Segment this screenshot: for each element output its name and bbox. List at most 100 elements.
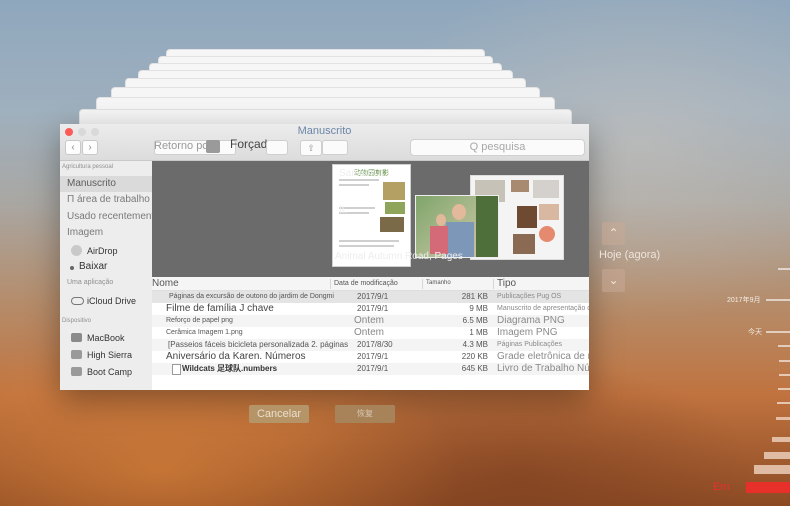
file-date: Ontem	[354, 327, 385, 338]
file-kind: Manuscrito de apresentação de choque pri…	[497, 305, 589, 312]
file-name: [Passeios fáceis bicicleta personalizada…	[168, 340, 349, 349]
file-size: 9 MB	[469, 304, 488, 313]
sidebar-item-label: Manuscrito	[67, 178, 116, 189]
sidebar-heading-apps: Uma aplicação	[67, 279, 114, 286]
file-date: 2017/8/30	[357, 340, 393, 349]
file-name: Filme de família J chave	[166, 303, 274, 314]
timeline-tick[interactable]	[778, 345, 790, 347]
document-image	[385, 202, 405, 214]
timeline-tick[interactable]	[764, 452, 790, 459]
sidebar-item-label: iCloud Drive	[87, 296, 137, 306]
numbers-file-icon	[172, 364, 181, 375]
photo-foliage	[476, 196, 498, 257]
timeline-now-marker[interactable]	[746, 482, 790, 493]
photo-thumbnail[interactable]	[415, 195, 499, 258]
table-row[interactable]: Reforço de papel png Ontem 6.5 MB Diagra…	[152, 315, 589, 327]
sidebar-item-label: Boot Camp	[87, 367, 133, 377]
back-button[interactable]: ‹	[65, 140, 81, 155]
chevron-left-icon: ‹	[71, 142, 75, 153]
table-row[interactable]: Cerâmica Imagem 1.png Ontem 1 MB Imagem …	[152, 327, 589, 339]
sidebar-heading-personal: Agricultura pessoal	[62, 164, 114, 170]
sidebar-item-recents[interactable]: Usado recentemente	[60, 209, 160, 225]
file-date: Ontem	[354, 315, 385, 326]
search-input[interactable]: Q pesquisa	[410, 139, 585, 156]
forward-button[interactable]: ›	[82, 140, 98, 155]
timeline-tick[interactable]	[772, 437, 790, 442]
column-header-kind[interactable]: Tipo	[497, 277, 516, 290]
chevron-right-icon: ›	[88, 142, 92, 153]
photo-clothing	[430, 226, 448, 254]
collage-image	[511, 180, 529, 192]
file-kind: Livro de Trabalho Números	[497, 363, 589, 374]
file-size: 281 KB	[461, 292, 488, 301]
table-row[interactable]: Páginas da excursão de outono do jardim …	[152, 291, 589, 303]
toolbar-back-label: Retorno po	[154, 140, 209, 152]
timeline-tick[interactable]	[779, 374, 790, 376]
timeline-tick[interactable]	[766, 299, 790, 301]
file-date: 2017/9/1	[357, 292, 389, 301]
collage-image	[533, 180, 559, 198]
toolbar-view-button[interactable]	[266, 140, 288, 155]
file-name: Wildcats 足球队.numbers	[182, 364, 278, 373]
folder-icon	[206, 140, 220, 153]
timeline-now-label: Em	[713, 481, 730, 493]
share-button[interactable]: ⇧	[300, 140, 322, 156]
timeline-label: 2017年9月	[727, 297, 761, 304]
column-header-name[interactable]: Nome	[152, 277, 179, 290]
table-row[interactable]: [Passeios fáceis bicicleta personalizada…	[152, 339, 589, 351]
sidebar-item-high-sierra[interactable]: High Sierra	[60, 347, 152, 363]
sidebar-item-label: MacBook	[87, 333, 125, 343]
collage-image	[539, 204, 559, 220]
sidebar-item-macbook[interactable]: MacBook	[60, 330, 152, 346]
file-date: 2017/9/1	[357, 352, 389, 361]
timeline-tick[interactable]	[777, 402, 790, 404]
table-row[interactable]: Wildcats 足球队.numbers 2017/9/1 645 KB Liv…	[152, 363, 589, 375]
photo-person	[436, 214, 446, 226]
sidebar-item-manuscrito[interactable]: Manuscrito	[60, 176, 152, 192]
newer-button[interactable]: ⌄	[602, 269, 625, 292]
sidebar-item-airdrop[interactable]: AirDrop	[60, 243, 152, 259]
timeline-tick[interactable]	[778, 268, 790, 270]
timeline-label: 今天	[748, 329, 762, 336]
file-kind: Grade eletrônica de números	[497, 351, 589, 362]
tags-button[interactable]	[322, 140, 348, 155]
preview-caption: Sanxun, I	[339, 168, 382, 179]
sidebar-heading-devices: Dispositivo	[62, 318, 92, 324]
file-name: Reforço de papel png	[166, 317, 233, 324]
sidebar-item-boot-camp[interactable]: Boot Camp	[60, 364, 152, 380]
file-name: Cerâmica Imagem 1.png	[166, 329, 243, 336]
cloud-icon	[71, 297, 84, 305]
window-titlebar: Manuscrito ‹ › Retorno po Forçado ⇧ Q pe…	[60, 124, 589, 161]
file-size: 1 MB	[469, 328, 488, 337]
document-text-line	[339, 179, 379, 181]
timeline-tick[interactable]	[776, 417, 790, 420]
restore-button[interactable]: 恢复	[335, 405, 395, 423]
older-button[interactable]: ⌃	[602, 222, 625, 245]
sidebar-item-desktop[interactable]: Π área de trabalho	[60, 192, 152, 208]
sidebar-item-label: Usado recentemente	[67, 211, 160, 222]
table-row[interactable]: Filme de família J chave 2017/9/1 9 MB M…	[152, 303, 589, 315]
download-dot-icon	[70, 266, 74, 270]
collage-image	[513, 234, 535, 254]
finder-window: Manuscrito ‹ › Retorno po Forçado ⇧ Q pe…	[60, 124, 589, 390]
sidebar-item-downloads[interactable]: Baixar	[60, 259, 152, 275]
timeline-tick[interactable]	[779, 360, 790, 362]
preview-caption: Animal Autumn Road, Pages	[335, 251, 463, 262]
cancel-button[interactable]: Cancelar	[249, 405, 309, 423]
sidebar: Agricultura pessoal Manuscrito Π área de…	[60, 161, 160, 390]
table-row[interactable]: Aniversário da Karen. Números 2017/9/1 2…	[152, 351, 589, 363]
timeline-tick[interactable]	[766, 331, 790, 333]
column-header-date[interactable]: Data de modificação	[334, 277, 398, 290]
laptop-icon	[71, 333, 82, 342]
window-title: Manuscrito	[297, 125, 352, 137]
file-size: 4.3 MB	[462, 340, 488, 349]
sidebar-item-pictures[interactable]: Imagem	[60, 225, 152, 241]
document-image	[383, 182, 405, 200]
sidebar-item-icloud[interactable]: iCloud Drive	[60, 293, 152, 309]
timeline-tick[interactable]	[778, 388, 790, 390]
timeline-tick[interactable]	[754, 465, 790, 474]
airdrop-icon	[71, 245, 82, 256]
column-separator	[493, 279, 494, 289]
column-header-size[interactable]: Tamanho	[426, 277, 451, 290]
sidebar-item-label: High Sierra	[87, 350, 133, 360]
